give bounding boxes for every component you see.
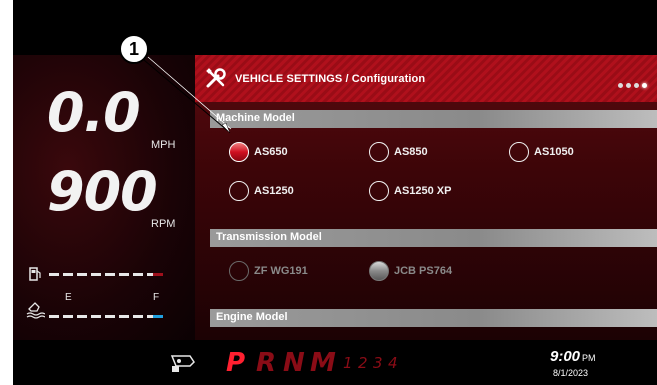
radio-button[interactable] — [229, 181, 249, 201]
radio-button-disabled[interactable] — [229, 261, 249, 281]
gauge-panel: 0.0 MPH 900 RPM E F — [13, 55, 195, 340]
transmission-model-title: Transmission Model — [216, 231, 322, 243]
radio-button-selected[interactable] — [229, 142, 249, 162]
empty-label: E — [65, 292, 72, 303]
rpm-unit: RPM — [151, 218, 176, 230]
radio-as650[interactable]: AS650 — [229, 142, 288, 162]
status-bar: P R N M 1 2 3 4 9:00 PM 8/1/2023 — [13, 340, 657, 385]
manual-gear-4: 4 — [388, 354, 398, 372]
radio-label: AS650 — [254, 146, 288, 158]
machine-model-title: Machine Model — [216, 112, 295, 124]
gear-r: R — [256, 348, 277, 378]
settings-header: VEHICLE SETTINGS / Configuration — [195, 55, 657, 102]
radio-label: AS1250 XP — [394, 185, 452, 197]
radio-button-disabled-selected[interactable] — [369, 261, 389, 281]
radio-label: ZF WG191 — [254, 265, 308, 277]
radio-as1050[interactable]: AS1050 — [509, 142, 574, 162]
clock-date: 8/1/2023 — [553, 368, 589, 378]
engine-model-title: Engine Model — [216, 311, 288, 323]
settings-panel: VEHICLE SETTINGS / Configuration Machine… — [195, 55, 657, 340]
radio-as1250[interactable]: AS1250 — [229, 181, 294, 201]
engine-model-section: Engine Model — [210, 309, 657, 327]
machine-model-section: Machine Model — [210, 110, 657, 128]
manual-gear-2: 2 — [358, 354, 368, 372]
transmission-lock-icon — [170, 355, 195, 372]
gear-p: P — [226, 348, 246, 378]
page-title: VEHICLE SETTINGS / Configuration — [235, 73, 426, 85]
fuel-marker — [153, 273, 163, 276]
transmission-model-section: Transmission Model — [210, 229, 657, 247]
def-level-bar — [49, 315, 161, 318]
page-indicator — [615, 75, 647, 93]
radio-label: AS1050 — [534, 146, 574, 158]
time-value: 9:00 — [550, 348, 581, 365]
radio-as850[interactable]: AS850 — [369, 142, 428, 162]
speed-unit: MPH — [151, 139, 176, 151]
speed-value: 0.0 — [47, 81, 141, 144]
page-dot-active[interactable] — [642, 83, 647, 88]
clock-time: 9:00 PM — [550, 348, 596, 365]
full-label: F — [153, 292, 160, 303]
def-fluid-icon — [26, 302, 45, 319]
wrench-screwdriver-icon — [206, 68, 226, 88]
def-marker — [153, 315, 163, 318]
fuel-pump-icon — [29, 267, 41, 281]
radio-as1250-xp[interactable]: AS1250 XP — [369, 181, 451, 201]
page-dot[interactable] — [626, 83, 631, 88]
page-dot[interactable] — [618, 83, 623, 88]
display-screen: 0.0 MPH 900 RPM E F VEHICLE SETTINGS / C… — [13, 0, 657, 385]
gear-n: N — [283, 348, 305, 378]
manual-gear-3: 3 — [373, 354, 383, 372]
radio-zf-wg191[interactable]: ZF WG191 — [229, 261, 308, 281]
callout-number: 1 — [119, 34, 149, 64]
radio-button[interactable] — [369, 142, 389, 162]
rpm-value: 900 — [47, 160, 158, 223]
radio-label: AS1250 — [254, 185, 294, 197]
radio-button[interactable] — [509, 142, 529, 162]
radio-label: JCB PS764 — [394, 265, 453, 277]
radio-label: AS850 — [394, 146, 428, 158]
radio-jcb-ps764[interactable]: JCB PS764 — [369, 261, 452, 281]
manual-gear-1: 1 — [343, 354, 353, 372]
fuel-level-bar — [49, 273, 161, 276]
radio-button[interactable] — [369, 181, 389, 201]
gear-m: M — [310, 348, 336, 378]
time-ampm: PM — [582, 353, 596, 363]
page-dot[interactable] — [634, 83, 639, 88]
